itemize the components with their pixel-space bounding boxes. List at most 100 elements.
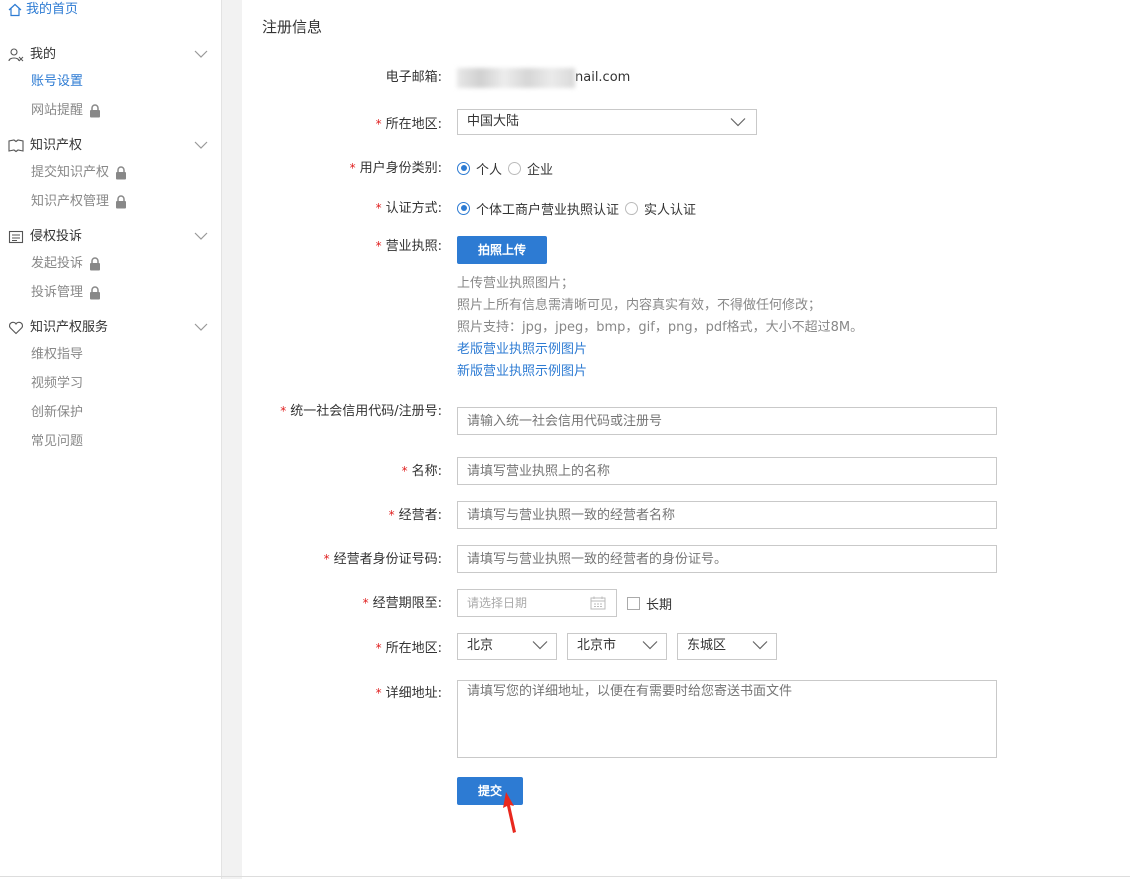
calendar-icon (590, 596, 606, 610)
term-date-picker[interactable]: 请选择日期 (457, 589, 617, 617)
sidebar-section-title: 侵权投诉 (30, 229, 83, 244)
long-term-checkbox[interactable]: 长期 (627, 593, 672, 613)
required-mark: * (362, 596, 369, 610)
photo-upload-button[interactable]: 拍照上传 (457, 236, 547, 264)
sidebar: 我的首页 我的 账号设置 网站提醒 知识产权 提交知识产权 知识产权管理 侵权投… (0, 0, 222, 879)
sidebar-item-complaint-management[interactable]: 投诉管理 (31, 283, 101, 303)
radio-unchecked[interactable] (508, 161, 522, 175)
region-select[interactable]: 中国大陆 (457, 109, 757, 135)
region-select-value: 中国大陆 (467, 114, 520, 129)
lock-icon (116, 195, 127, 209)
home-icon (8, 3, 22, 17)
sidebar-item-faq[interactable]: 常见问题 (31, 432, 83, 452)
chevron-down-icon (194, 232, 208, 240)
operator-id-input[interactable] (457, 545, 997, 573)
credit-code-input[interactable] (457, 407, 997, 435)
name-input[interactable] (457, 457, 997, 485)
chevron-down-icon (642, 641, 658, 650)
city-select[interactable]: 北京市 (567, 633, 667, 660)
lock-icon (90, 257, 101, 271)
required-mark: * (375, 201, 382, 215)
name-label: * 名称: (402, 462, 442, 481)
auth-radio-business-license[interactable]: 个体工商户营业执照认证 (457, 199, 619, 218)
book-icon (8, 139, 24, 153)
sidebar-item-file-complaint[interactable]: 发起投诉 (31, 254, 101, 274)
required-mark: * (375, 641, 382, 655)
sidebar-item-label: 常见问题 (31, 434, 84, 449)
radio-label: 个体工商户营业执照认证 (476, 202, 620, 218)
sidebar-item-account-settings[interactable]: 账号设置 (31, 72, 83, 92)
sidebar-item-label: 视频学习 (31, 376, 84, 391)
license-hint-2: 照片上所有信息需清晰可见，内容真实有效，不得做任何修改； (457, 298, 822, 313)
sidebar-item-label: 账号设置 (31, 74, 84, 89)
new-license-sample-link[interactable]: 新版营业执照示例图片 (457, 361, 587, 383)
sidebar-home-label: 我的首页 (26, 2, 79, 17)
sidebar-item-rights-guide[interactable]: 维权指导 (31, 345, 83, 365)
operator-input[interactable] (457, 501, 997, 529)
red-arrow-cursor-icon (503, 792, 516, 833)
sidebar-home-link[interactable]: 我的首页 (8, 0, 78, 20)
address-label-text: 详细地址: (385, 686, 442, 701)
sidebar-section-complaints[interactable]: 侵权投诉 (8, 227, 208, 247)
page-title: 注册信息 (262, 18, 323, 36)
identity-radio-enterprise[interactable]: 企业 (508, 159, 553, 178)
sidebar-section-title: 知识产权 (30, 138, 83, 153)
required-mark: * (401, 464, 408, 478)
checkbox-box[interactable] (627, 596, 640, 610)
radio-label: 企业 (527, 162, 554, 178)
chevron-down-icon (194, 50, 208, 58)
name-label-text: 名称: (411, 464, 442, 479)
region-label: * 所在地区: (376, 115, 442, 134)
auth-label: * 认证方式: (376, 199, 442, 218)
chevron-down-icon (752, 641, 768, 650)
radio-unchecked[interactable] (625, 201, 639, 215)
chevron-down-icon (730, 118, 746, 127)
identity-radio-personal[interactable]: 个人 (457, 159, 502, 178)
required-mark: * (375, 117, 382, 131)
sidebar-section-title: 知识产权服务 (30, 320, 109, 335)
required-mark: * (375, 686, 382, 700)
address-label: * 详细地址: (376, 684, 442, 703)
lock-icon (116, 166, 127, 180)
long-term-label: 长期 (646, 597, 673, 613)
district-select[interactable]: 东城区 (677, 633, 777, 660)
sidebar-item-site-reminder[interactable]: 网站提醒 (31, 101, 101, 121)
email-label: 电子邮箱: (386, 69, 442, 87)
bottom-divider (0, 876, 1130, 877)
email-label-text: 电子邮箱: (385, 70, 442, 85)
radio-label: 实人认证 (644, 202, 697, 218)
province-select[interactable]: 北京 (457, 633, 557, 660)
sidebar-item-submit-ip[interactable]: 提交知识产权 (31, 163, 127, 183)
sidebar-item-label: 网站提醒 (31, 103, 84, 118)
sidebar-item-ip-management[interactable]: 知识产权管理 (31, 192, 127, 212)
operator-id-label: * 经营者身份证号码: (324, 550, 442, 569)
chevron-down-icon (194, 323, 208, 331)
radio-label: 个人 (476, 162, 503, 178)
old-license-sample-link[interactable]: 老版营业执照示例图片 (457, 339, 587, 361)
radio-checked[interactable] (457, 201, 470, 215)
address-textarea[interactable] (457, 680, 997, 758)
sidebar-item-label: 知识产权管理 (31, 194, 110, 209)
province-value: 北京 (467, 638, 494, 653)
sidebar-section-mine[interactable]: 我的 (8, 45, 208, 65)
credit-code-label: * 统一社会信用代码/注册号: (262, 402, 442, 421)
license-label-text: 营业执照: (385, 239, 442, 254)
identity-radio-group: 个人 企业 (457, 158, 559, 178)
auth-label-text: 认证方式: (385, 201, 442, 216)
lock-icon (90, 104, 101, 118)
sidebar-item-innovation-protection[interactable]: 创新保护 (31, 403, 83, 423)
sidebar-item-label: 创新保护 (31, 405, 84, 420)
radio-checked[interactable] (457, 161, 470, 175)
operator-id-label-text: 经营者身份证号码: (333, 552, 442, 567)
address-region-label: * 所在地区: (376, 639, 442, 658)
redacted-email-blur (457, 68, 575, 88)
identity-label: * 用户身份类别: (350, 159, 442, 178)
sidebar-item-label: 维权指导 (31, 347, 84, 362)
credit-code-label-text: 统一社会信用代码/注册号: (290, 404, 442, 419)
term-label-text: 经营期限至: (372, 596, 442, 611)
sidebar-section-ip[interactable]: 知识产权 (8, 136, 208, 156)
sidebar-item-video-learning[interactable]: 视频学习 (31, 374, 83, 394)
auth-radio-real-person[interactable]: 实人认证 (625, 199, 696, 218)
sidebar-section-ip-services[interactable]: 知识产权服务 (8, 318, 208, 338)
license-hint-3: 照片支持：jpg，jpeg，bmp，gif，png，pdf格式，大小不超过8M。 (457, 320, 864, 335)
